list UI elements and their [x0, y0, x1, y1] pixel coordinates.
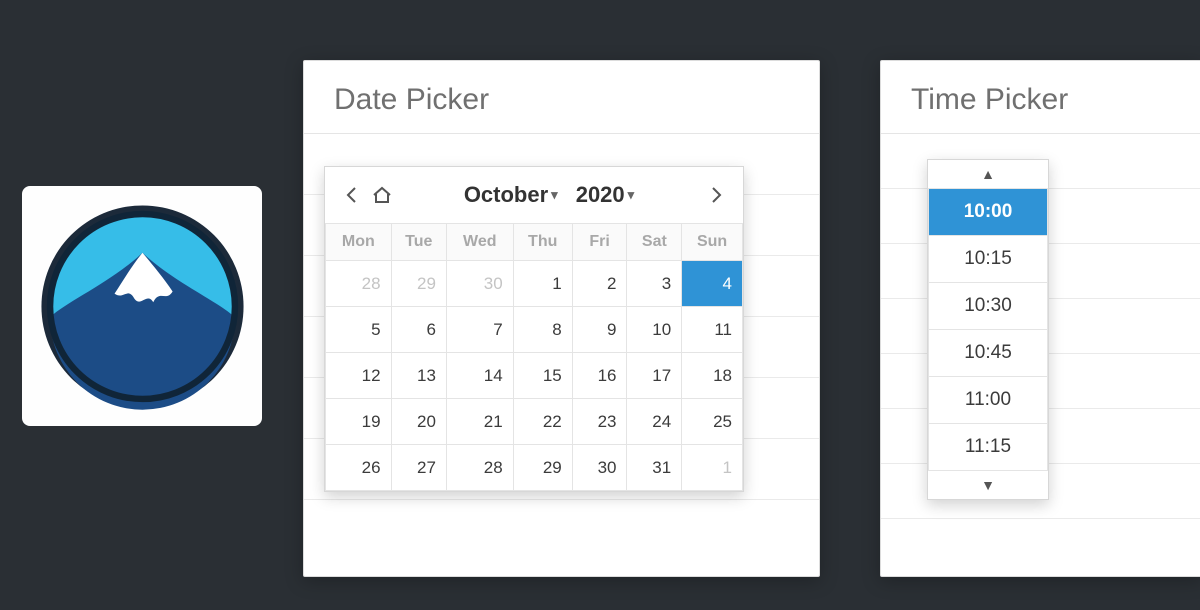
next-month-button[interactable]	[701, 180, 731, 210]
date-picker-title: Date Picker	[304, 61, 819, 133]
calendar-day[interactable]: 4	[682, 261, 743, 307]
calendar-day[interactable]: 17	[627, 353, 682, 399]
calendar-day[interactable]: 30	[572, 445, 627, 491]
calendar-day[interactable]: 12	[326, 353, 392, 399]
calendar-day[interactable]: 21	[446, 399, 513, 445]
caret-down-icon: ▾	[551, 187, 558, 203]
calendar-day[interactable]: 16	[572, 353, 627, 399]
home-icon	[372, 186, 392, 204]
prev-month-button[interactable]	[337, 180, 367, 210]
calendar-day[interactable]: 7	[446, 307, 513, 353]
calendar-day[interactable]: 2	[572, 261, 627, 307]
calendar-day[interactable]: 14	[446, 353, 513, 399]
time-scroll-down-button[interactable]: ▼	[928, 471, 1048, 499]
date-picker-panel: Date Picker October ▾ 2020 ▾	[303, 60, 820, 577]
calendar-day[interactable]: 26	[326, 445, 392, 491]
time-option[interactable]: 10:45	[929, 330, 1048, 377]
calendar-day[interactable]: 11	[682, 307, 743, 353]
calendar-day[interactable]: 8	[513, 307, 572, 353]
calendar-day[interactable]: 23	[572, 399, 627, 445]
calendar-grid: MonTueWedThuFriSatSun 282930123456789101…	[325, 223, 743, 491]
calendar-day[interactable]: 25	[682, 399, 743, 445]
time-option[interactable]: 10:00	[929, 189, 1048, 236]
time-option[interactable]: 10:15	[929, 236, 1048, 283]
calendar-day[interactable]: 5	[326, 307, 392, 353]
chevron-left-icon	[345, 186, 359, 204]
weekday-header: Sat	[627, 224, 682, 261]
month-select[interactable]: October ▾	[464, 182, 558, 208]
logo-tile	[22, 186, 262, 426]
calendar-day[interactable]: 31	[627, 445, 682, 491]
calendar-day[interactable]: 3	[627, 261, 682, 307]
triangle-down-icon: ▼	[981, 477, 995, 493]
calendar-day[interactable]: 28	[326, 261, 392, 307]
calendar-day[interactable]: 1	[513, 261, 572, 307]
weekday-header: Wed	[446, 224, 513, 261]
weekday-header: Tue	[391, 224, 446, 261]
calendar-day[interactable]: 19	[326, 399, 392, 445]
calendar-day[interactable]: 28	[446, 445, 513, 491]
year-select[interactable]: 2020 ▾	[576, 182, 634, 208]
time-picker-panel: Time Picker ▲ 10:0010:1510:3010:4511:001…	[880, 60, 1200, 577]
year-label: 2020	[576, 182, 625, 208]
caret-down-icon: ▾	[628, 187, 635, 203]
calendar-day[interactable]: 29	[513, 445, 572, 491]
weekday-header: Mon	[326, 224, 392, 261]
calendar-day[interactable]: 1	[682, 445, 743, 491]
triangle-up-icon: ▲	[981, 166, 995, 182]
weekday-header: Fri	[572, 224, 627, 261]
calendar-day[interactable]: 20	[391, 399, 446, 445]
calendar-nav: October ▾ 2020 ▾	[325, 167, 743, 223]
today-button[interactable]	[367, 180, 397, 210]
month-label: October	[464, 182, 548, 208]
weekday-header: Sun	[682, 224, 743, 261]
time-option[interactable]: 11:15	[929, 424, 1048, 471]
mountain-logo-icon	[35, 199, 250, 414]
calendar-day[interactable]: 6	[391, 307, 446, 353]
time-popup: ▲ 10:0010:1510:3010:4511:0011:15 ▼	[927, 159, 1049, 500]
calendar-day[interactable]: 30	[446, 261, 513, 307]
weekday-header: Thu	[513, 224, 572, 261]
time-scroll-up-button[interactable]: ▲	[928, 160, 1048, 188]
calendar-popup: October ▾ 2020 ▾ MonTueWedThuFriSatSun 2…	[324, 166, 744, 492]
time-option[interactable]: 11:00	[929, 377, 1048, 424]
calendar-day[interactable]: 18	[682, 353, 743, 399]
chevron-right-icon	[709, 186, 723, 204]
calendar-day[interactable]: 29	[391, 261, 446, 307]
calendar-day[interactable]: 10	[627, 307, 682, 353]
calendar-day[interactable]: 22	[513, 399, 572, 445]
calendar-day[interactable]: 24	[627, 399, 682, 445]
calendar-day[interactable]: 27	[391, 445, 446, 491]
calendar-day[interactable]: 9	[572, 307, 627, 353]
time-option[interactable]: 10:30	[929, 283, 1048, 330]
time-picker-title: Time Picker	[881, 61, 1200, 133]
calendar-day[interactable]: 13	[391, 353, 446, 399]
calendar-day[interactable]: 15	[513, 353, 572, 399]
